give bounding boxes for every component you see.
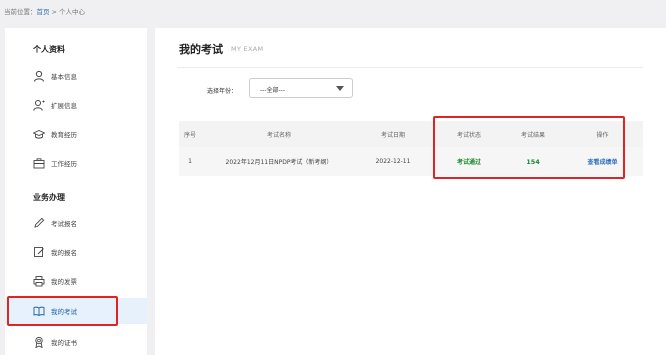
sidebar-section-business: 业务办理: [33, 193, 65, 202]
sidebar-item-label: 我的考试: [51, 308, 77, 316]
year-filter-label: 选择年份：: [207, 88, 238, 95]
table-header: 序号 考试名称 考试日期 考试状态 考试结果 操作: [179, 121, 643, 147]
sidebar-item-basic-info[interactable]: 基本信息: [5, 63, 147, 89]
sidebar-item-label: 工作经历: [51, 160, 77, 168]
sidebar: 个人资料 基本信息 扩展信息 教育经历 工作经历 业务办理 考试报名 我的报名 …: [5, 28, 147, 355]
page-title: 我的考试: [179, 43, 223, 56]
year-select[interactable]: ---全部---: [249, 78, 353, 98]
page-subtitle: MY EXAM: [231, 45, 264, 53]
sidebar-item-my-registrations[interactable]: 我的报名: [5, 239, 147, 265]
sidebar-item-my-exams[interactable]: 我的考试: [5, 298, 147, 324]
col-header-index: 序号: [183, 131, 196, 139]
col-header-result: 考试结果: [520, 131, 545, 139]
sidebar-item-extended-info[interactable]: 扩展信息: [5, 92, 147, 118]
breadcrumb: 当前位置：首页 > 个人中心: [4, 6, 85, 16]
view-transcript-link[interactable]: 查看成绩单: [562, 147, 643, 176]
user-icon: [33, 70, 45, 82]
caret-down-icon: [336, 86, 344, 91]
cell-index: 1: [188, 158, 192, 165]
cell-exam-date: 2022-12-11: [375, 158, 411, 165]
sidebar-item-my-certificates[interactable]: 我的证书: [5, 329, 147, 355]
sidebar-item-label: 我的发票: [51, 278, 77, 286]
cell-exam-status: 考试通过: [456, 159, 481, 166]
title-divider: [177, 67, 643, 68]
breadcrumb-current: 个人中心: [58, 8, 85, 16]
book-icon: [33, 305, 45, 317]
briefcase-icon: [33, 157, 45, 169]
breadcrumb-home-link[interactable]: 首页: [37, 8, 50, 16]
sidebar-item-work[interactable]: 工作经历: [5, 150, 147, 176]
printer-icon: [33, 275, 45, 287]
sidebar-item-label: 扩展信息: [51, 102, 77, 110]
col-header-status: 考试状态: [456, 131, 481, 139]
sidebar-item-my-invoices[interactable]: 我的发票: [5, 268, 147, 294]
sidebar-item-education[interactable]: 教育经历: [5, 121, 147, 147]
year-select-value: ---全部---: [260, 87, 285, 94]
breadcrumb-separator: >: [51, 8, 57, 16]
user-plus-icon: [33, 99, 45, 111]
graduation-cap-icon: [33, 128, 45, 140]
sidebar-item-label: 教育经历: [51, 131, 77, 139]
cell-exam-name: 2022年12月11日NPDP考试（新考纲）: [225, 159, 333, 166]
sidebar-item-label: 我的证书: [51, 339, 77, 347]
pencil-icon: [33, 217, 45, 229]
table-row: 1 2022年12月11日NPDP考试（新考纲） 2022-12-11 考试通过…: [179, 147, 643, 176]
cell-exam-result: 154: [526, 157, 540, 166]
breadcrumb-prefix: 当前位置：: [4, 8, 37, 16]
edit-doc-icon: [33, 246, 45, 258]
col-header-name: 考试名称: [266, 131, 291, 139]
col-header-action: 操作: [596, 131, 609, 139]
sidebar-item-exam-register[interactable]: 考试报名: [5, 210, 147, 236]
sidebar-section-profile: 个人资料: [33, 45, 65, 54]
sidebar-item-label: 我的报名: [51, 249, 77, 257]
col-header-date: 考试日期: [380, 131, 405, 139]
certificate-icon: [33, 336, 45, 348]
sidebar-item-label: 基本信息: [51, 73, 77, 81]
main-panel: 我的考试 MY EXAM 选择年份： ---全部--- 序号 考试名称 考试日期…: [155, 28, 666, 355]
sidebar-item-label: 考试报名: [51, 220, 77, 228]
